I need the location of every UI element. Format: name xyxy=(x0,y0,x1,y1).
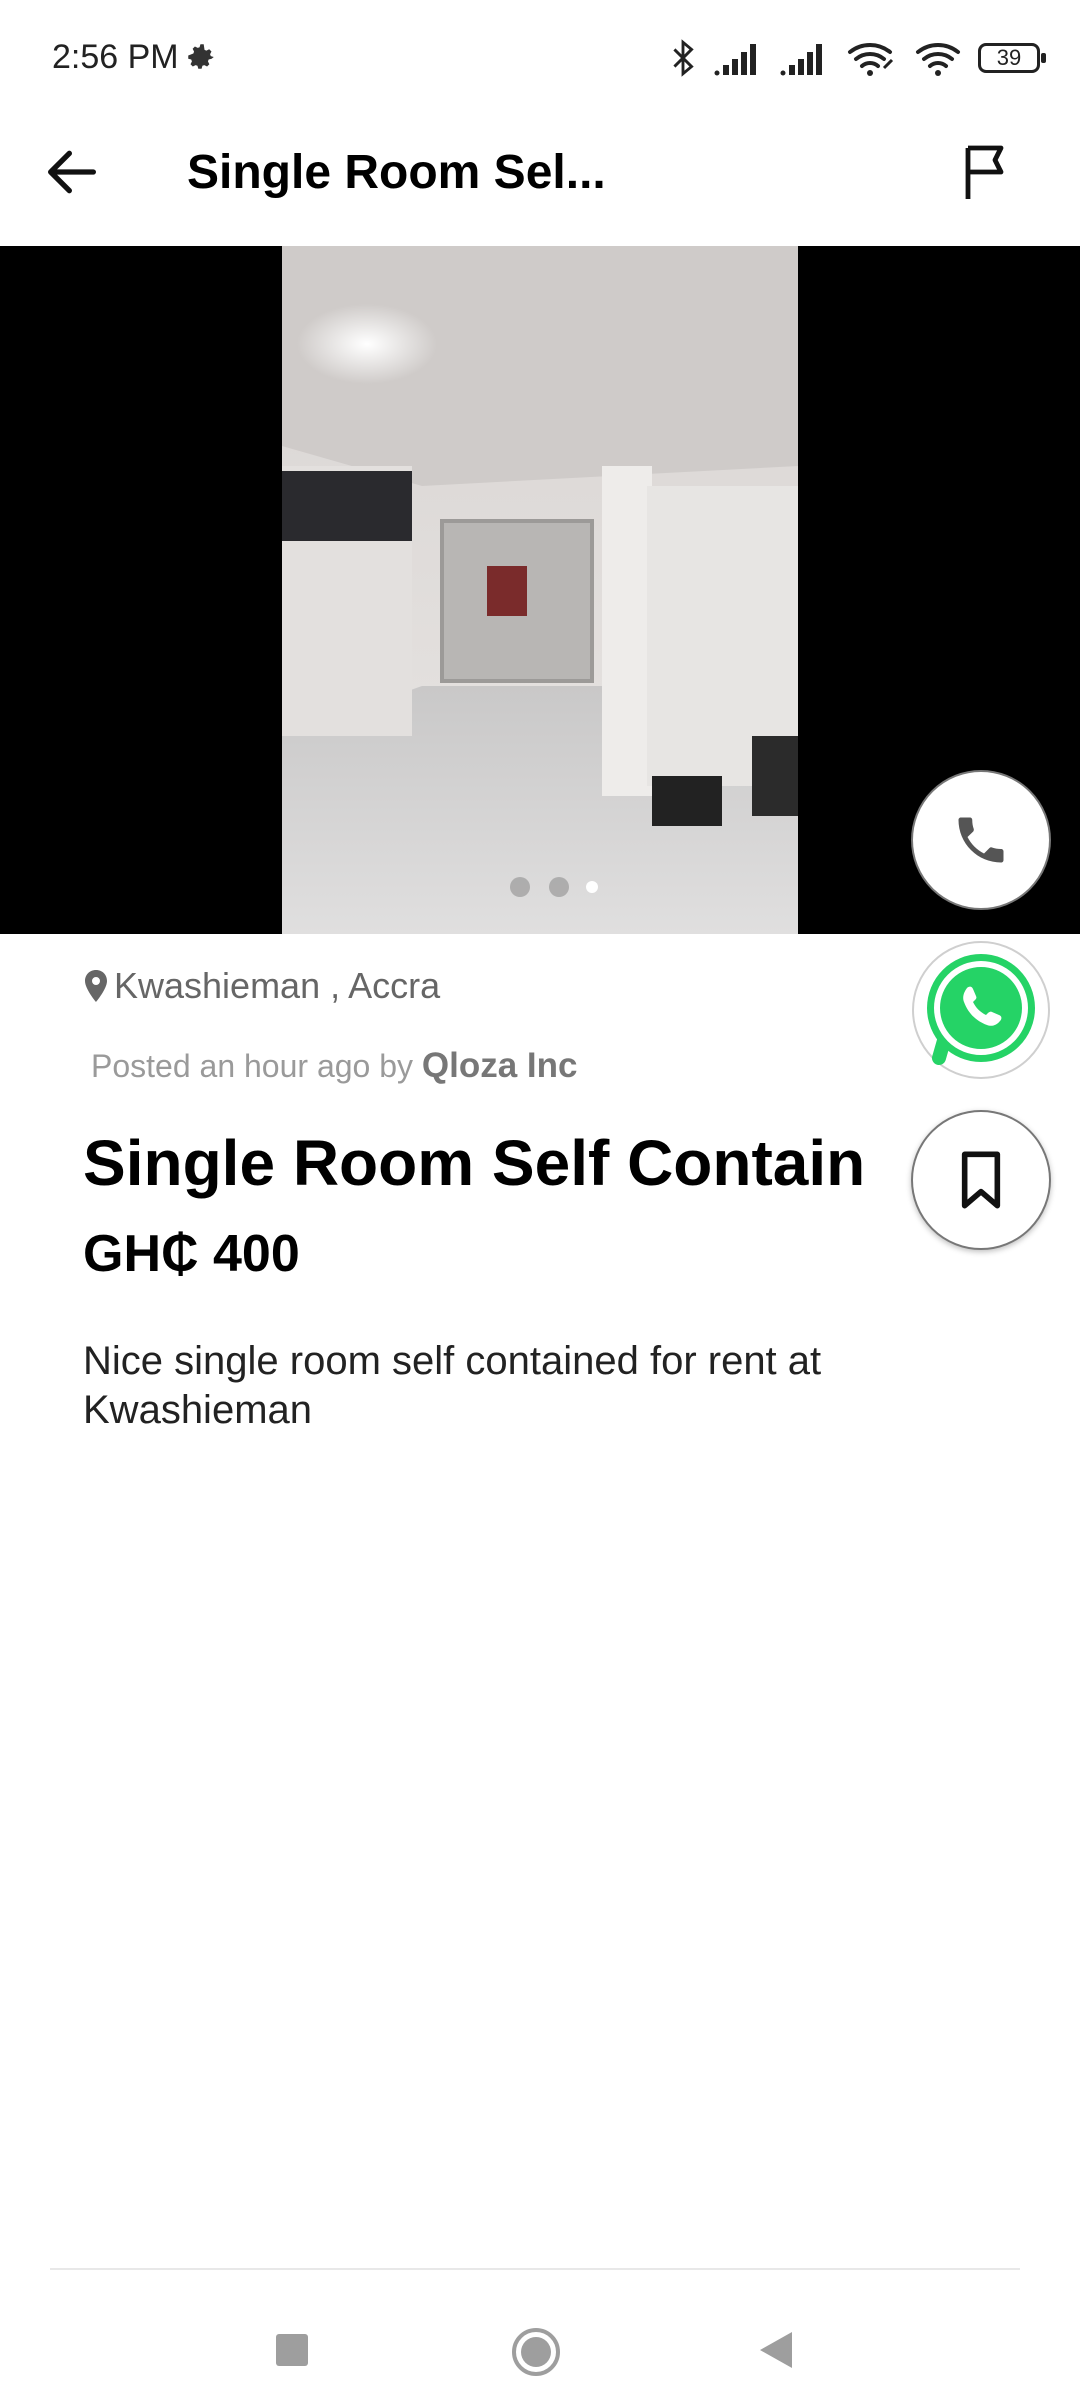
bookmark-icon xyxy=(961,1151,1001,1209)
back-triangle-icon[interactable] xyxy=(758,2330,794,2370)
listing-location: Kwashieman , Accra xyxy=(84,965,440,1007)
wifi-link-icon xyxy=(848,42,894,76)
call-button[interactable] xyxy=(911,770,1051,910)
poster-name[interactable]: Qloza Inc xyxy=(422,1046,578,1085)
arrow-left-icon[interactable] xyxy=(40,140,104,204)
gear-icon xyxy=(188,44,214,69)
system-nav-bar xyxy=(0,2270,1080,2400)
page-title: Single Room Sel... xyxy=(187,146,606,199)
home-icon[interactable] xyxy=(510,2326,562,2378)
posted-info: Posted an hour ago by Qloza Inc xyxy=(91,1046,578,1086)
listing-photo[interactable] xyxy=(282,246,798,934)
status-time: 2:56 PM xyxy=(52,38,179,76)
posted-prefix: Posted an hour ago by xyxy=(91,1048,414,1084)
map-pin-icon xyxy=(85,970,107,1002)
signal-icon xyxy=(780,44,822,76)
recent-apps-icon[interactable] xyxy=(274,2332,310,2368)
save-listing-button[interactable] xyxy=(911,1110,1051,1250)
wifi-icon xyxy=(916,42,960,76)
status-icons: 39 xyxy=(668,36,1046,80)
phone-icon xyxy=(958,817,1004,863)
listing-price: GH₵ 400 xyxy=(83,1225,300,1283)
bluetooth-icon xyxy=(673,39,694,77)
signal-icon xyxy=(714,44,756,76)
whatsapp-button[interactable] xyxy=(911,940,1051,1080)
battery-icon: 39 xyxy=(978,43,1046,73)
location-text: Kwashieman , Accra xyxy=(114,965,441,1006)
listing-title: Single Room Self Contain xyxy=(83,1127,866,1199)
flag-icon[interactable] xyxy=(950,136,1022,208)
whatsapp-icon xyxy=(912,941,1050,1079)
battery-level: 39 xyxy=(996,45,1022,70)
listing-description: Nice single room self contained for rent… xyxy=(83,1339,822,1432)
status-bar: 2:56 PM 39 xyxy=(0,0,1080,120)
